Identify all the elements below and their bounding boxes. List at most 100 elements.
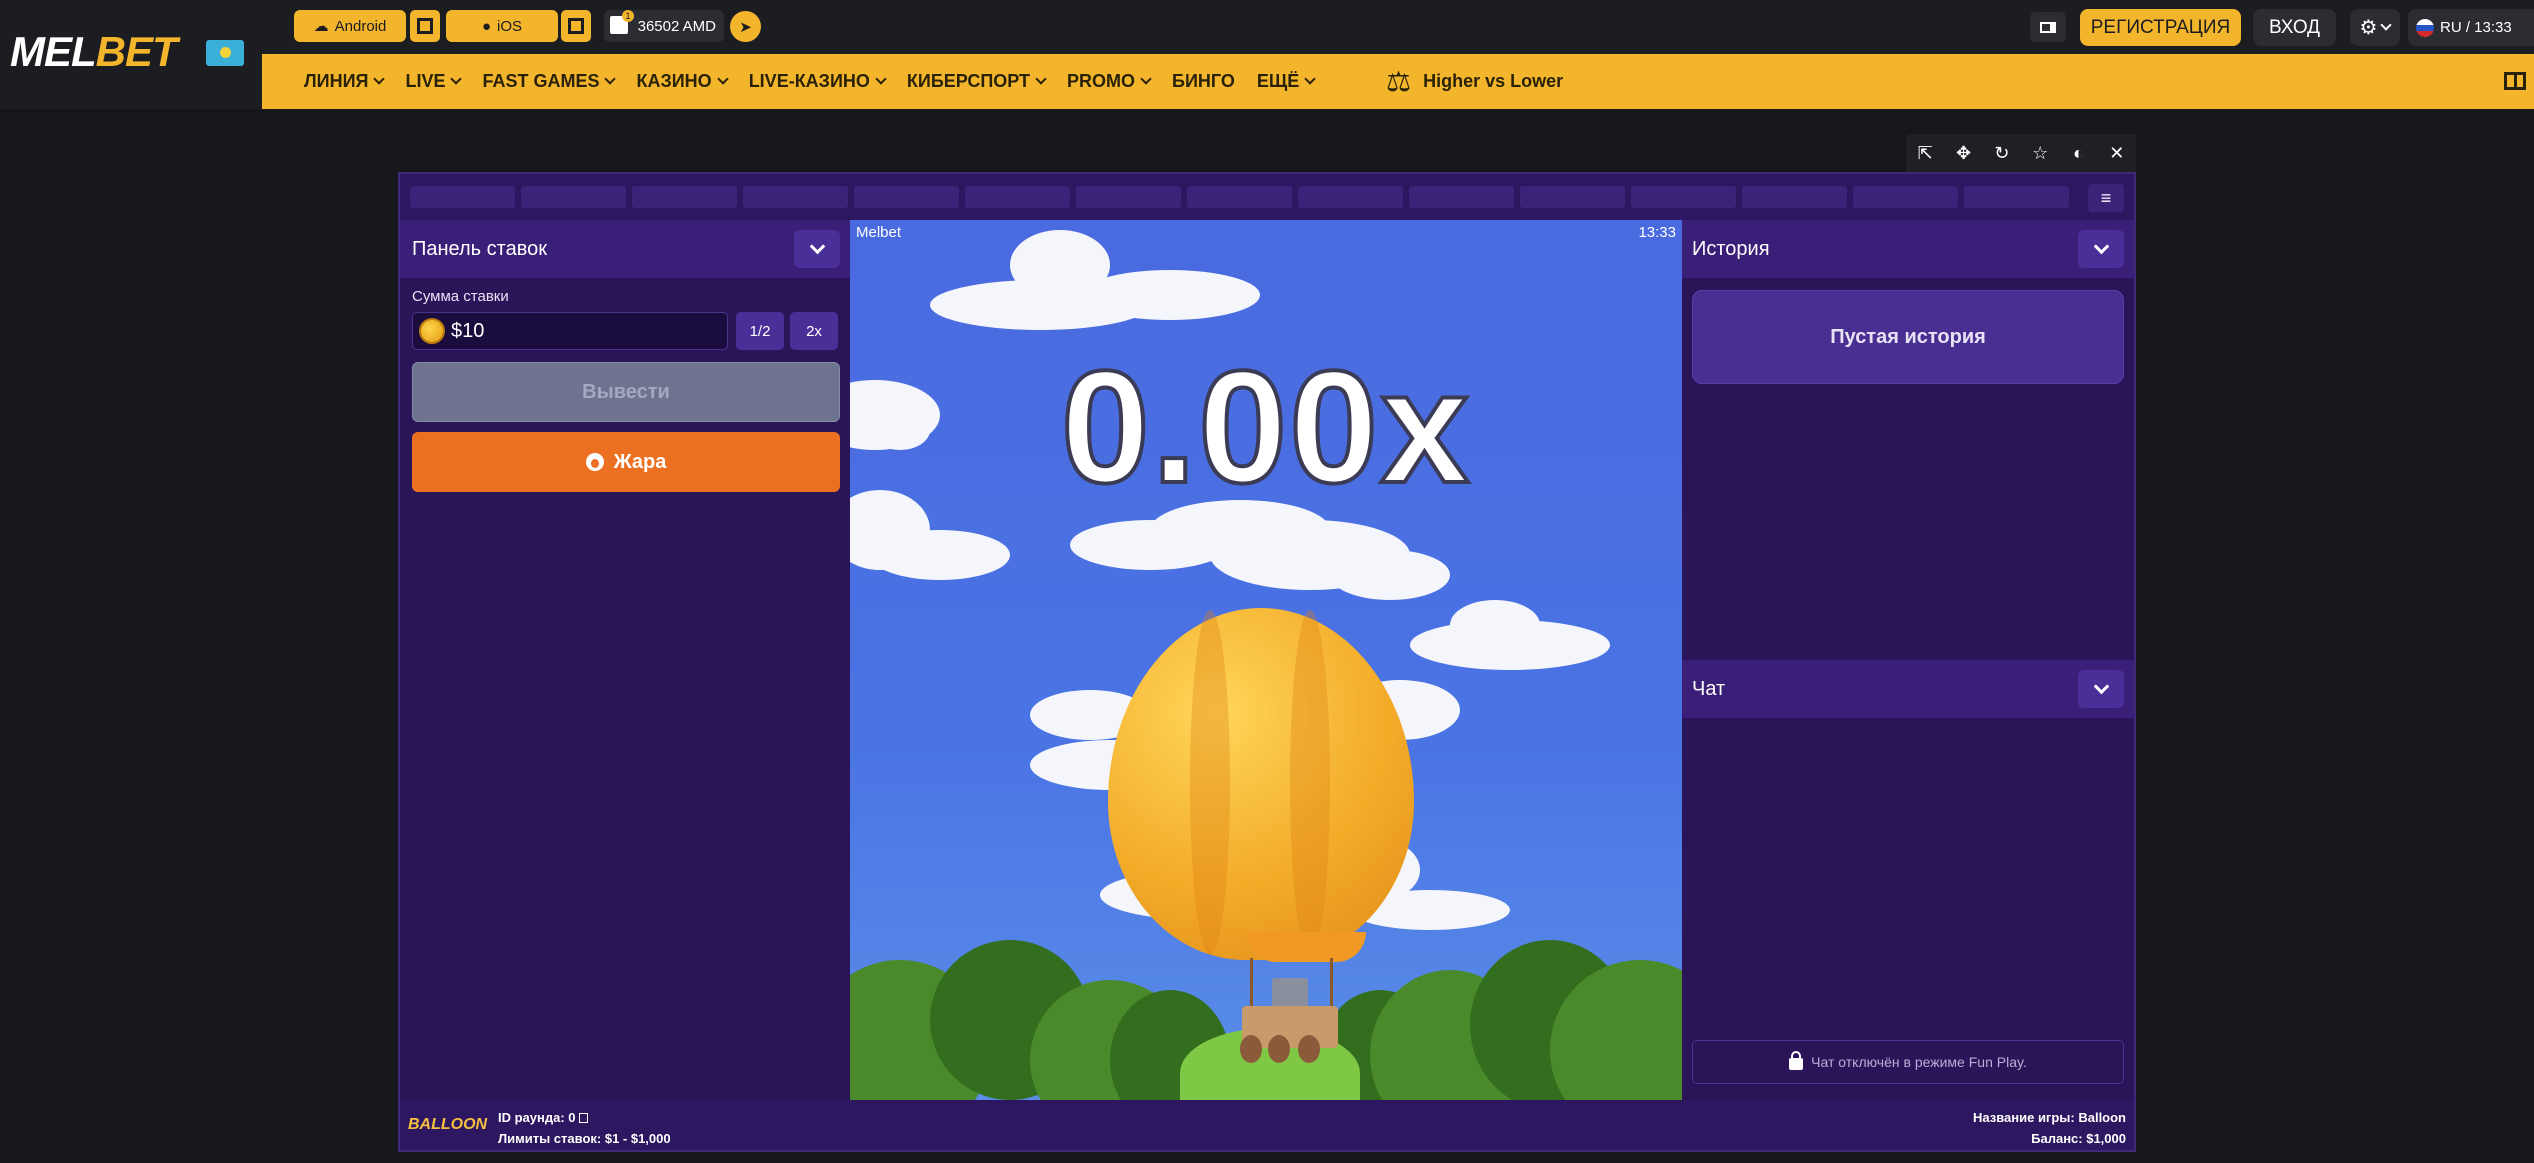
tab-placeholder — [1853, 186, 1958, 208]
nav-item-promo[interactable]: PROMO — [1067, 71, 1152, 92]
star-icon[interactable]: ☆ — [2028, 143, 2052, 164]
double-stake-button[interactable]: 2x — [790, 312, 838, 350]
history-title: История — [1692, 237, 1770, 260]
nav-item-live-casino[interactable]: LIVE-КАЗИНО — [749, 71, 887, 92]
nav-item-line[interactable]: ЛИНИЯ — [304, 71, 386, 92]
hamburger-icon: ≡ — [2100, 187, 2112, 208]
qr-icon — [417, 18, 433, 34]
toggle-icon[interactable]: ◐ — [2066, 143, 2090, 164]
chevron-down-icon — [1035, 73, 1047, 85]
sandbag — [1298, 1035, 1320, 1063]
move-icon[interactable]: ✥ — [1951, 143, 1975, 164]
chevron-down-icon — [875, 73, 887, 85]
android-icon: ☁ — [313, 18, 329, 35]
nav-item-casino[interactable]: КАЗИНО — [636, 71, 729, 92]
balloon-skirt — [1246, 932, 1366, 962]
nav-item-bingo[interactable]: БИНГО — [1172, 71, 1235, 92]
nav-item-live[interactable]: LIVE — [405, 71, 463, 92]
game-tabs: ≡ — [400, 174, 2134, 220]
settings-button[interactable]: ⚙ — [2350, 9, 2400, 46]
language-selector[interactable]: RU / 13:33 — [2408, 9, 2534, 46]
logo-area: MELBET — [0, 0, 262, 109]
nav-item-esports[interactable]: КИБЕРСПОРТ — [907, 71, 1047, 92]
half-stake-button[interactable]: 1/2 — [736, 312, 784, 350]
nav-item-fast-games[interactable]: FAST GAMES — [482, 71, 617, 92]
melbet-logo[interactable]: MELBET — [10, 28, 178, 76]
game-footer: BALLOON ID раунда: 0 Лимиты ставок: $1 -… — [400, 1100, 2134, 1150]
tab-placeholder — [521, 186, 626, 208]
chat-title: Чат — [1692, 677, 1726, 700]
ios-button[interactable]: ● iOS — [446, 10, 558, 42]
login-button[interactable]: ВХОД — [2253, 9, 2336, 46]
nav-item-more[interactable]: ЕЩЁ — [1257, 71, 1316, 92]
cashout-button[interactable]: Вывести — [412, 362, 840, 422]
chevron-down-icon — [450, 73, 463, 85]
game-frame: ≡ Панель ставок Сумма ставки $10 1/2 2x … — [398, 172, 2136, 1152]
monitor-icon — [2040, 21, 2056, 33]
chevron-down-icon — [717, 73, 729, 85]
external-link-icon[interactable]: ⇱ — [1913, 143, 1937, 164]
ios-qr-button[interactable] — [561, 10, 591, 42]
sandbag — [1268, 1035, 1290, 1063]
bet-panel-header: Панель ставок — [400, 220, 850, 278]
tab-placeholder — [854, 186, 959, 208]
empty-history-message: Пустая история — [1692, 290, 2124, 384]
hot-air-balloon — [1108, 608, 1414, 960]
footer-game-info: Название игры: Balloon Баланс: $1,000 — [1973, 1107, 2126, 1149]
game-name: Название игры: Balloon — [1972, 1110, 2126, 1125]
tab-placeholder — [1409, 186, 1514, 208]
chevron-down-icon — [2093, 678, 2109, 694]
android-button[interactable]: ☁ Android — [294, 10, 406, 42]
monitor-button[interactable] — [2030, 12, 2066, 42]
book-icon[interactable] — [2504, 72, 2526, 90]
copy-icon[interactable] — [578, 1113, 588, 1123]
tab-placeholder — [1187, 186, 1292, 208]
scales-icon: ⚖ — [1386, 66, 1412, 97]
tab-placeholder — [1298, 186, 1403, 208]
side-panel: История Пустая история Чат Чат отключён … — [1682, 220, 2134, 1100]
scene-brand: Melbet — [856, 224, 902, 241]
bet-panel-title: Панель ставок — [412, 237, 547, 260]
tab-placeholder — [1520, 186, 1625, 208]
coin-icon — [419, 318, 445, 344]
android-qr-button[interactable] — [410, 10, 440, 42]
gift-count-badge: 1 — [622, 10, 634, 22]
history-collapse-button[interactable] — [2078, 230, 2124, 268]
chat-collapse-button[interactable] — [2078, 670, 2124, 708]
russia-flag-icon — [2416, 18, 2434, 37]
menu-button[interactable]: ≡ — [2088, 184, 2124, 212]
game-window-toolbar: ⇱ ✥ ↻ ☆ ◐ ✕ — [1906, 134, 2136, 172]
chevron-down-icon — [2380, 19, 2393, 31]
tab-placeholder — [410, 186, 515, 208]
bet-panel-collapse-button[interactable] — [794, 230, 840, 268]
chat-header: Чат — [1682, 660, 2134, 718]
footer-round-info: ID раунда: 0 Лимиты ставок: $1 - $1,000 — [498, 1107, 671, 1149]
stake-label: Сумма ставки — [412, 288, 509, 305]
balloon-stripe — [1190, 610, 1230, 955]
bet-panel: Панель ставок Сумма ставки $10 1/2 2x Вы… — [400, 220, 850, 1100]
cloud — [1330, 550, 1450, 600]
nav-item-higher-vs-lower[interactable]: ⚖ Higher vs Lower — [1386, 54, 1563, 109]
game-balance: Баланс: $1,000 — [2031, 1131, 2126, 1146]
tab-placeholder — [632, 186, 737, 208]
chevron-down-icon — [809, 238, 825, 254]
gear-icon: ⚙ — [2359, 17, 2378, 39]
round-id: ID раунда: 0 — [498, 1110, 576, 1125]
chevron-down-icon — [373, 73, 386, 85]
main-nav: ЛИНИЯ LIVE FAST GAMES КАЗИНО LIVE-КАЗИНО… — [304, 54, 1316, 109]
tab-placeholder — [1964, 186, 2069, 208]
balloon-logo: BALLOON — [408, 1116, 488, 1133]
register-button[interactable]: РЕГИСТРАЦИЯ — [2080, 9, 2241, 46]
close-icon[interactable]: ✕ — [2105, 143, 2129, 164]
fire-bet-button[interactable]: Жара — [412, 432, 840, 492]
tab-placeholder — [1631, 186, 1736, 208]
stake-input[interactable]: $10 — [412, 312, 728, 350]
balloon-burner — [1272, 978, 1308, 1008]
kazakhstan-flag-icon — [206, 40, 244, 66]
game-scene[interactable]: Melbet 13:33 0.00x — [850, 220, 1682, 1100]
tab-placeholder — [965, 186, 1070, 208]
telegram-icon[interactable]: ➤ — [730, 11, 761, 42]
reload-icon[interactable]: ↻ — [1990, 143, 2014, 164]
tab-placeholder — [1076, 186, 1181, 208]
tab-placeholder — [1742, 186, 1847, 208]
